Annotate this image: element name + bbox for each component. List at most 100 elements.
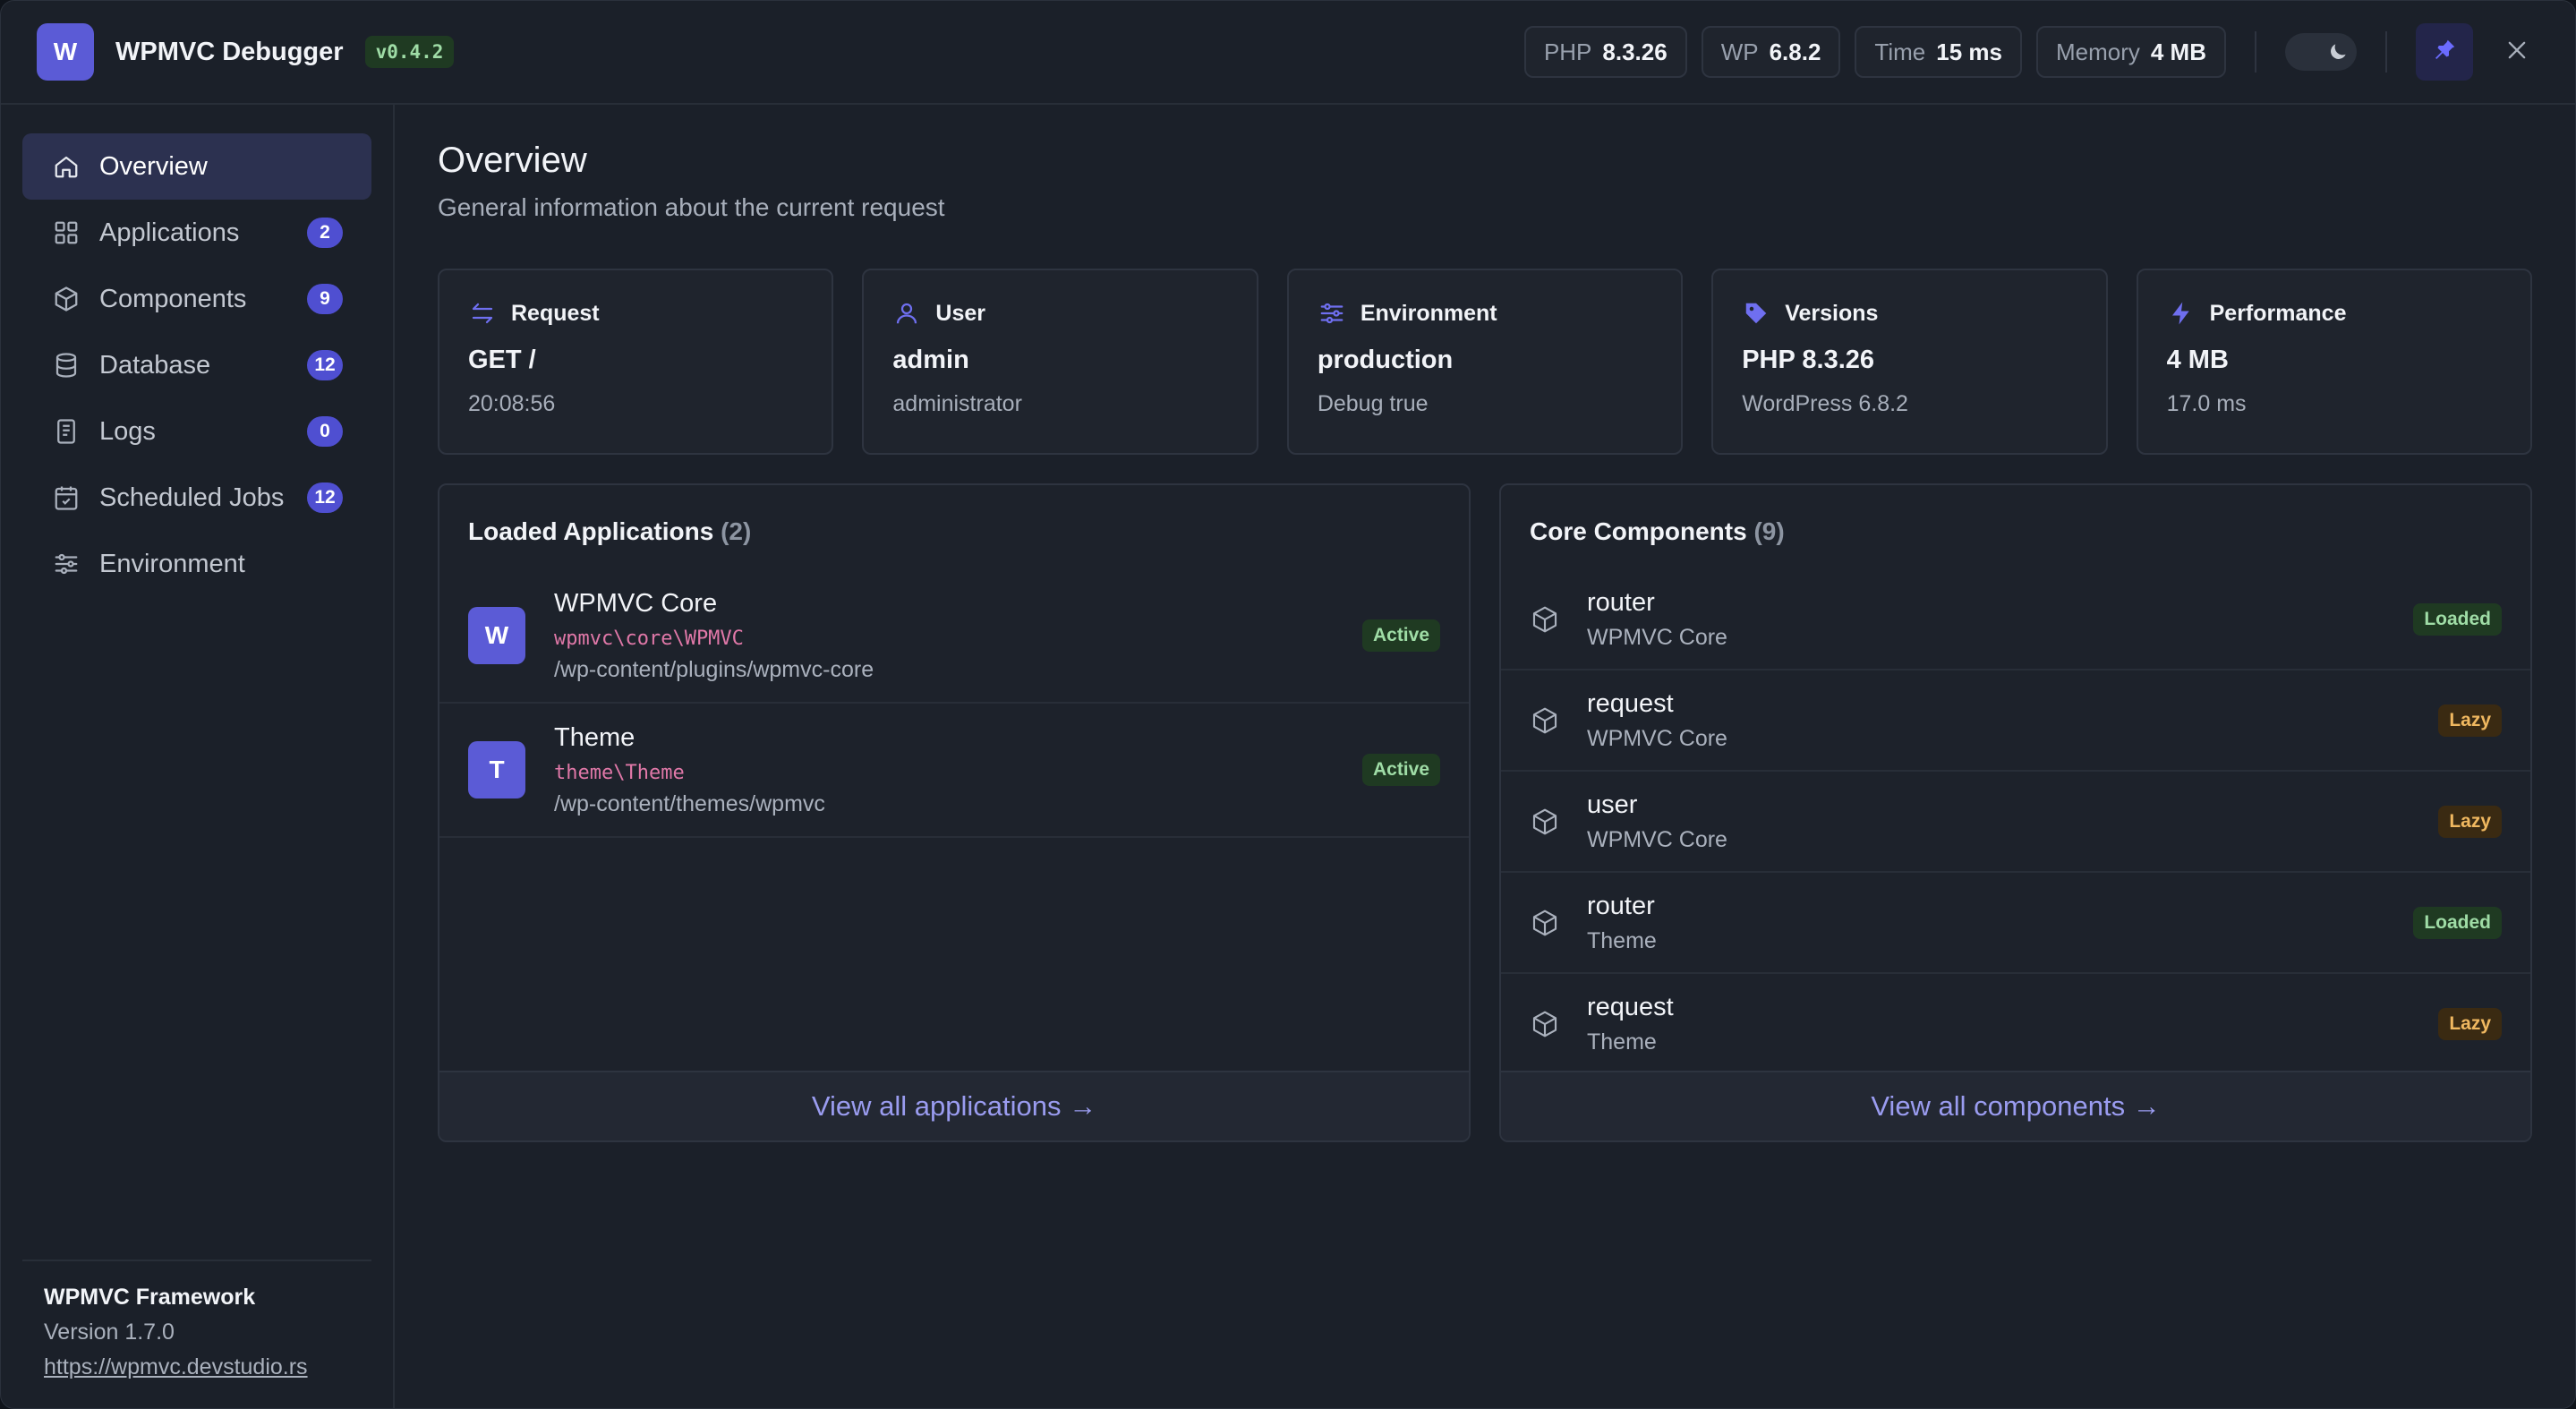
app-path: /wp-content/plugins/wpmvc-core: [554, 656, 874, 682]
component-app: WPMVC Core: [1587, 624, 1727, 650]
page-title: Overview: [438, 141, 587, 180]
card-value: admin: [892, 346, 969, 374]
applications-panel: Loaded Applications (2) W WPMVC Core wpm…: [438, 483, 1471, 1142]
sidebar-item-database[interactable]: Database 12: [22, 332, 371, 398]
pin-button[interactable]: [2416, 23, 2473, 81]
calendar-icon: [51, 482, 81, 513]
sidebar-item-scheduled-jobs[interactable]: Scheduled Jobs 12: [22, 465, 371, 531]
component-row[interactable]: router Theme Loaded: [1501, 873, 2530, 974]
component-app: WPMVC Core: [1587, 826, 1727, 852]
count-badge: 2: [307, 218, 343, 248]
status-badge: Lazy: [2438, 805, 2502, 838]
card-versions: Versions PHP 8.3.26 WordPress 6.8.2: [1711, 269, 2108, 455]
home-icon: [51, 151, 81, 182]
card-request: Request GET / 20:08:56: [438, 269, 834, 455]
status-badge: Active: [1361, 619, 1440, 652]
debugger-window: W WPMVC Debugger v0.4.2 PHP 8.3.26 WP 6.…: [0, 0, 2576, 1409]
application-row[interactable]: T Theme theme\Theme /wp-content/themes/w…: [439, 704, 1469, 838]
component-row[interactable]: request Theme Lazy: [1501, 974, 2530, 1075]
component-name: user: [1587, 790, 1638, 819]
user-icon: [892, 299, 921, 328]
app-avatar: T: [468, 741, 525, 798]
database-icon: [51, 350, 81, 380]
app-title: WPMVC Debugger: [115, 37, 344, 66]
card-label: Performance: [2209, 300, 2347, 326]
close-icon: [2504, 38, 2529, 67]
header-divider: [2385, 31, 2387, 73]
app-path: /wp-content/themes/wpmvc: [554, 790, 825, 816]
framework-version: Version 1.7.0: [44, 1319, 175, 1345]
view-all-components-link[interactable]: View all components →: [1501, 1071, 2530, 1140]
header-right: PHP 8.3.26 WP 6.8.2 Time 15 ms Memory 4 …: [1510, 1, 2539, 103]
status-badge: Lazy: [2438, 704, 2502, 737]
cube-icon: [1530, 908, 1560, 938]
moon-icon: [2324, 38, 2351, 65]
sidebar-item-label: Database: [99, 350, 211, 380]
close-button[interactable]: [2495, 30, 2539, 74]
stat-value: 15 ms: [1936, 38, 2002, 65]
card-environment: Environment production Debug true: [1286, 269, 1684, 455]
component-app: Theme: [1587, 927, 1657, 953]
status-badge: Active: [1361, 754, 1440, 786]
card-label: Environment: [1360, 300, 1497, 326]
stat-time: Time 15 ms: [1855, 26, 2022, 78]
count-badge: 12: [307, 482, 343, 513]
sidebar-item-label: Components: [99, 284, 247, 313]
page-subtitle: General information about the current re…: [438, 193, 945, 221]
app-avatar: W: [468, 607, 525, 664]
cube-icon: [51, 284, 81, 314]
sidebar-nav: Overview Applications 2 Components 9 Dat…: [1, 105, 393, 597]
stat-php: PHP 8.3.26: [1523, 26, 1687, 78]
card-label: User: [935, 300, 985, 326]
grid-icon: [51, 218, 81, 248]
main-content: Overview General information about the c…: [438, 105, 2533, 1142]
component-row[interactable]: request WPMVC Core Lazy: [1501, 670, 2530, 772]
stat-label: WP: [1720, 38, 1759, 65]
theme-toggle[interactable]: [2285, 33, 2357, 71]
stat-memory: Memory 4 MB: [2035, 26, 2226, 78]
sidebar-item-label: Logs: [99, 416, 156, 446]
card-performance: Performance 4 MB 17.0 ms: [2136, 269, 2533, 455]
count-badge: 9: [307, 284, 343, 314]
component-name: request: [1587, 992, 1674, 1021]
stat-label: Memory: [2055, 38, 2140, 65]
stat-value: 8.3.26: [1602, 38, 1668, 65]
tag-icon: [1742, 299, 1770, 328]
app-name: Theme: [554, 722, 635, 752]
component-row[interactable]: user WPMVC Core Lazy: [1501, 772, 2530, 873]
application-row[interactable]: W WPMVC Core wpmvc\core\WPMVC /wp-conten…: [439, 569, 1469, 704]
bolt-icon: [2167, 299, 2196, 328]
card-sub: 20:08:56: [468, 391, 556, 416]
sidebar-item-label: Environment: [99, 549, 245, 578]
sidebar-item-applications[interactable]: Applications 2: [22, 200, 371, 266]
sliders-icon: [1318, 299, 1346, 328]
sidebar-item-overview[interactable]: Overview: [22, 133, 371, 200]
count-badge: 12: [307, 350, 343, 380]
status-badge: Loaded: [2413, 906, 2502, 939]
stat-value: 4 MB: [2150, 38, 2206, 65]
summary-cards: Request GET / 20:08:56 User admin admini…: [438, 269, 2533, 455]
sidebar-item-logs[interactable]: Logs 0: [22, 398, 371, 465]
header-divider: [2255, 31, 2256, 73]
sidebar-item-components[interactable]: Components 9: [22, 266, 371, 332]
sidebar-item-environment[interactable]: Environment: [22, 531, 371, 597]
sidebar-item-label: Applications: [99, 218, 240, 247]
card-value: GET /: [468, 346, 536, 374]
panel-count: (2): [721, 517, 752, 545]
sidebar-item-label: Overview: [99, 151, 208, 181]
card-value: production: [1317, 346, 1454, 374]
component-name: request: [1587, 688, 1674, 718]
app-name: WPMVC Core: [554, 588, 718, 618]
card-sub: 17.0 ms: [2166, 391, 2247, 416]
document-icon: [51, 416, 81, 447]
component-row[interactable]: router WPMVC Core Loaded: [1501, 569, 2530, 670]
app-namespace: theme\Theme: [554, 761, 685, 784]
card-user: User admin administrator: [862, 269, 1258, 455]
panel-title: Loaded Applications (2): [439, 485, 1469, 569]
framework-link[interactable]: https://wpmvc.devstudio.rs: [44, 1354, 350, 1380]
header-bar: W WPMVC Debugger v0.4.2 PHP 8.3.26 WP 6.…: [1, 1, 2575, 105]
card-label: Request: [511, 300, 600, 326]
status-badge: Lazy: [2438, 1007, 2502, 1040]
view-all-applications-link[interactable]: View all applications →: [439, 1071, 1469, 1140]
card-sub: WordPress 6.8.2: [1742, 391, 1908, 416]
